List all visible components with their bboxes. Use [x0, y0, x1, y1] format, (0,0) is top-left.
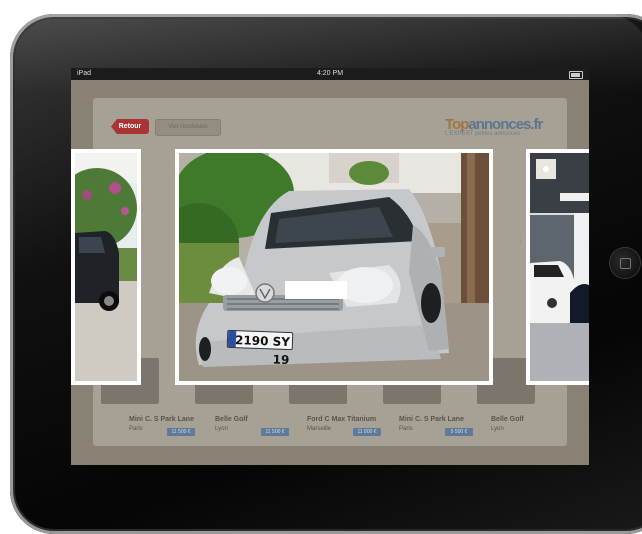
- status-bar: iPad 4:20 PM: [71, 68, 589, 80]
- listing-city: Lyon: [491, 426, 504, 432]
- brand-tagline: L'EXPERT petites annonces: [445, 131, 521, 137]
- price-badge: 11 500 €: [261, 428, 289, 436]
- price-badge: 11 800 €: [353, 428, 381, 436]
- main-photo[interactable]: 2190 SY 19: [175, 149, 493, 385]
- clock: 4:20 PM: [316, 70, 344, 77]
- back-button[interactable]: Retour: [111, 119, 149, 134]
- listing-city: Lyon: [215, 426, 228, 432]
- exclusion-button[interactable]: Voir l'exclusion: [155, 119, 221, 136]
- listing-title: Mini C. S Park Lane: [399, 416, 464, 423]
- prev-photo[interactable]: [71, 149, 141, 385]
- prev-photo-image: [75, 153, 137, 381]
- screen: iPad 4:20 PM Retour Voir l'exclusion Top…: [71, 68, 589, 465]
- listing-title: Ford C Max Titanium: [307, 416, 377, 423]
- main-photo-image: [179, 153, 489, 381]
- listing-item[interactable]: Belle Golf Lyon: [215, 416, 248, 432]
- price-badge: 11 500 €: [167, 428, 195, 436]
- next-photo[interactable]: [526, 149, 589, 385]
- next-photo-image: [530, 153, 589, 381]
- chevron-right-icon[interactable]: ›: [519, 236, 522, 247]
- listing-item[interactable]: Belle Golf Lyon: [491, 416, 524, 432]
- eu-band: [227, 330, 237, 348]
- listing-title: Belle Golf: [491, 416, 524, 423]
- home-square-icon: [620, 258, 631, 269]
- battery-icon: [569, 71, 583, 79]
- home-button[interactable]: [610, 248, 640, 278]
- license-plate: 2190 SY 19: [226, 329, 294, 367]
- listing-title: Belle Golf: [215, 416, 248, 423]
- listing-title: Mini C. S Park Lane: [129, 416, 194, 423]
- brand-logo: Topannonces.fr L'EXPERT petites annonces: [445, 116, 575, 144]
- price-badge: 9 500 €: [445, 428, 473, 436]
